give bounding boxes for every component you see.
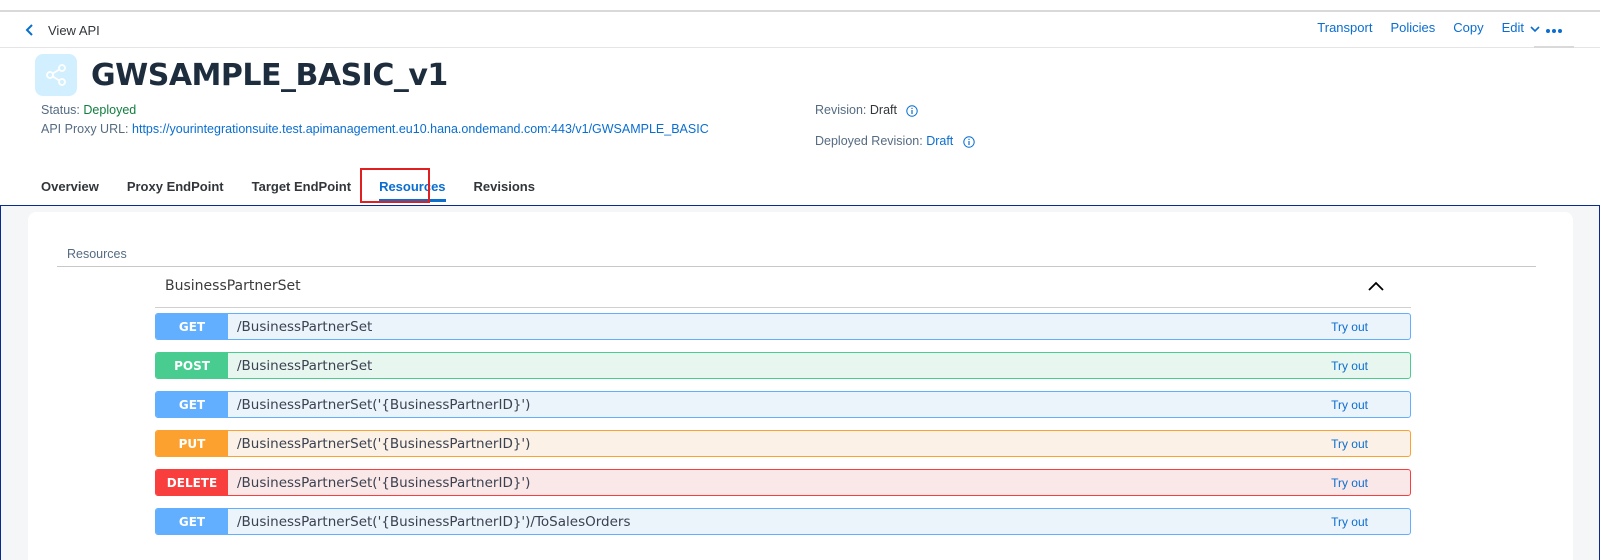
copy-button[interactable]: Copy [1453, 20, 1483, 35]
overflow-icon [1546, 29, 1562, 33]
method-badge: PUT [156, 431, 228, 456]
revision-label: Revision: [815, 103, 867, 117]
operation-path: /BusinessPartnerSet('{BusinessPartnerID}… [237, 435, 531, 452]
try-out-button[interactable]: Try out [1331, 320, 1368, 334]
highlight-box [360, 168, 430, 203]
more-button[interactable] [1534, 16, 1574, 48]
operation-path: /BusinessPartnerSet('{BusinessPartnerID}… [237, 513, 631, 530]
operation-path: /BusinessPartnerSet('{BusinessPartnerID}… [237, 396, 531, 413]
page-title: GWSAMPLE_BASIC_v1 [91, 58, 448, 93]
chevron-left-icon [25, 24, 33, 36]
operation-row[interactable]: GET/BusinessPartnerSet('{BusinessPartner… [155, 508, 1411, 535]
method-badge: GET [156, 509, 228, 534]
operation-row[interactable]: GET/BusinessPartnerSet Try out [155, 313, 1411, 340]
proxy-url-line: API Proxy URL: https://yourintegrationsu… [41, 122, 709, 136]
status-label: Status: [41, 103, 80, 117]
operation-path: /BusinessPartnerSet('{BusinessPartnerID}… [237, 474, 531, 491]
resource-group-title[interactable]: BusinessPartnerSet [165, 278, 301, 294]
proxy-url-label: API Proxy URL: [41, 122, 129, 136]
info-icon[interactable] [963, 136, 975, 148]
collapse-button[interactable] [1366, 278, 1386, 294]
revision-line: Revision: Draft [815, 103, 919, 117]
chevron-up-icon [1368, 281, 1384, 291]
deployed-revision-link[interactable]: Draft [926, 134, 953, 148]
policies-button[interactable]: Policies [1390, 20, 1435, 35]
operation-row[interactable]: DELETE/BusinessPartnerSet('{BusinessPart… [155, 469, 1411, 496]
tab-target-endpoint[interactable]: Target EndPoint [252, 170, 351, 202]
try-out-button[interactable]: Try out [1331, 398, 1368, 412]
operation-row[interactable]: GET/BusinessPartnerSet('{BusinessPartner… [155, 391, 1411, 418]
proxy-url-link[interactable]: https://yourintegrationsuite.test.apiman… [132, 122, 709, 136]
status-line: Status: Deployed [41, 103, 136, 117]
api-avatar [35, 54, 77, 96]
method-badge: GET [156, 314, 228, 339]
share-icon [46, 64, 66, 86]
try-out-button[interactable]: Try out [1331, 515, 1368, 529]
info-icon[interactable] [906, 105, 919, 117]
operation-path: /BusinessPartnerSet [237, 357, 373, 374]
tab-proxy-endpoint[interactable]: Proxy EndPoint [127, 170, 224, 202]
operation-path: /BusinessPartnerSet [237, 318, 373, 335]
method-badge: DELETE [156, 470, 228, 495]
tab-overview[interactable]: Overview [41, 170, 99, 202]
revision-value: Draft [869, 103, 897, 117]
back-button[interactable] [20, 20, 40, 40]
section-divider [57, 266, 1536, 267]
method-badge: GET [156, 392, 228, 417]
try-out-button[interactable]: Try out [1331, 437, 1368, 451]
group-divider [155, 307, 1411, 308]
header-actions: Transport Policies Copy Edit [1317, 20, 1540, 35]
try-out-button[interactable]: Try out [1331, 359, 1368, 373]
operation-row[interactable]: POST/BusinessPartnerSet Try out [155, 352, 1411, 379]
tab-revisions[interactable]: Revisions [474, 170, 535, 202]
status-value: Deployed [83, 103, 137, 117]
resources-card: Resources BusinessPartnerSet GET/Busines… [28, 212, 1573, 560]
operation-row[interactable]: PUT/BusinessPartnerSet('{BusinessPartner… [155, 430, 1411, 457]
tab-bar: Overview Proxy EndPoint Target EndPoint … [41, 170, 563, 202]
edit-label: Edit [1501, 20, 1524, 35]
deployed-revision-label: Deployed Revision: [815, 134, 923, 148]
transport-button[interactable]: Transport [1317, 20, 1372, 35]
try-out-button[interactable]: Try out [1331, 476, 1368, 490]
method-badge: POST [156, 353, 228, 378]
nav-title: View API [48, 23, 100, 38]
deployed-revision-line: Deployed Revision: Draft [815, 134, 975, 148]
content-area: Resources BusinessPartnerSet GET/Busines… [0, 205, 1600, 560]
nav-bar: View API Transport Policies Copy Edit [0, 12, 1600, 48]
resources-section-label: Resources [67, 247, 127, 261]
